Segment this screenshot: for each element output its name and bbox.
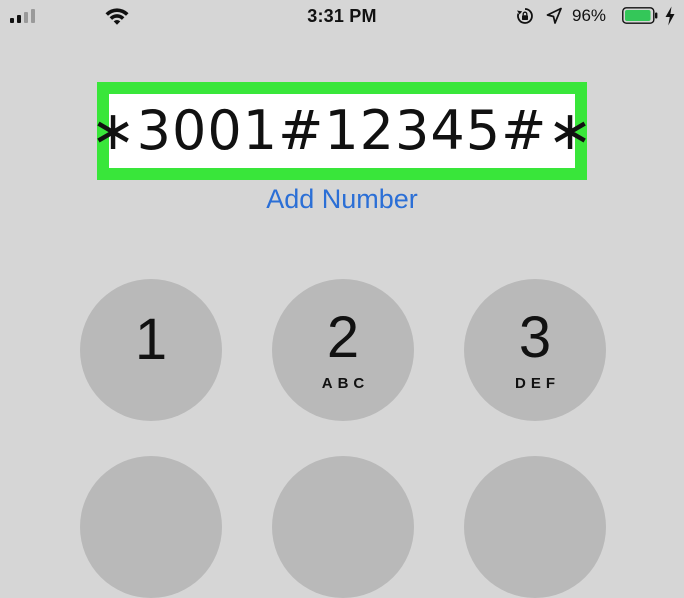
- rotation-lock-icon: [517, 8, 533, 24]
- keypad-key-2[interactable]: 2 ABC: [272, 279, 414, 421]
- key-digit: 1: [134, 307, 168, 372]
- keypad-key-3[interactable]: 3 DEF: [464, 279, 606, 421]
- keypad-key-1[interactable]: 1: [80, 279, 222, 421]
- keypad-key-4[interactable]: [80, 456, 222, 598]
- status-bar: 3:31 PM 96%: [0, 0, 684, 34]
- add-number-button[interactable]: Add Number: [0, 184, 684, 215]
- key-digit: 2: [326, 305, 360, 370]
- battery-percentage: 96%: [572, 6, 607, 25]
- charging-bolt-icon: [665, 6, 675, 26]
- key-letters: ABC: [321, 375, 370, 392]
- key-digit: 3: [518, 305, 552, 370]
- dialed-number-text: ∗3001#12345#∗: [90, 99, 594, 162]
- battery-icon: [622, 7, 658, 24]
- location-arrow-icon: [546, 7, 562, 24]
- keypad-key-6[interactable]: [464, 456, 606, 598]
- key-letters: DEF: [515, 375, 560, 392]
- dialed-number-display: ∗3001#12345#∗: [90, 82, 593, 180]
- keypad-key-5[interactable]: [272, 456, 414, 598]
